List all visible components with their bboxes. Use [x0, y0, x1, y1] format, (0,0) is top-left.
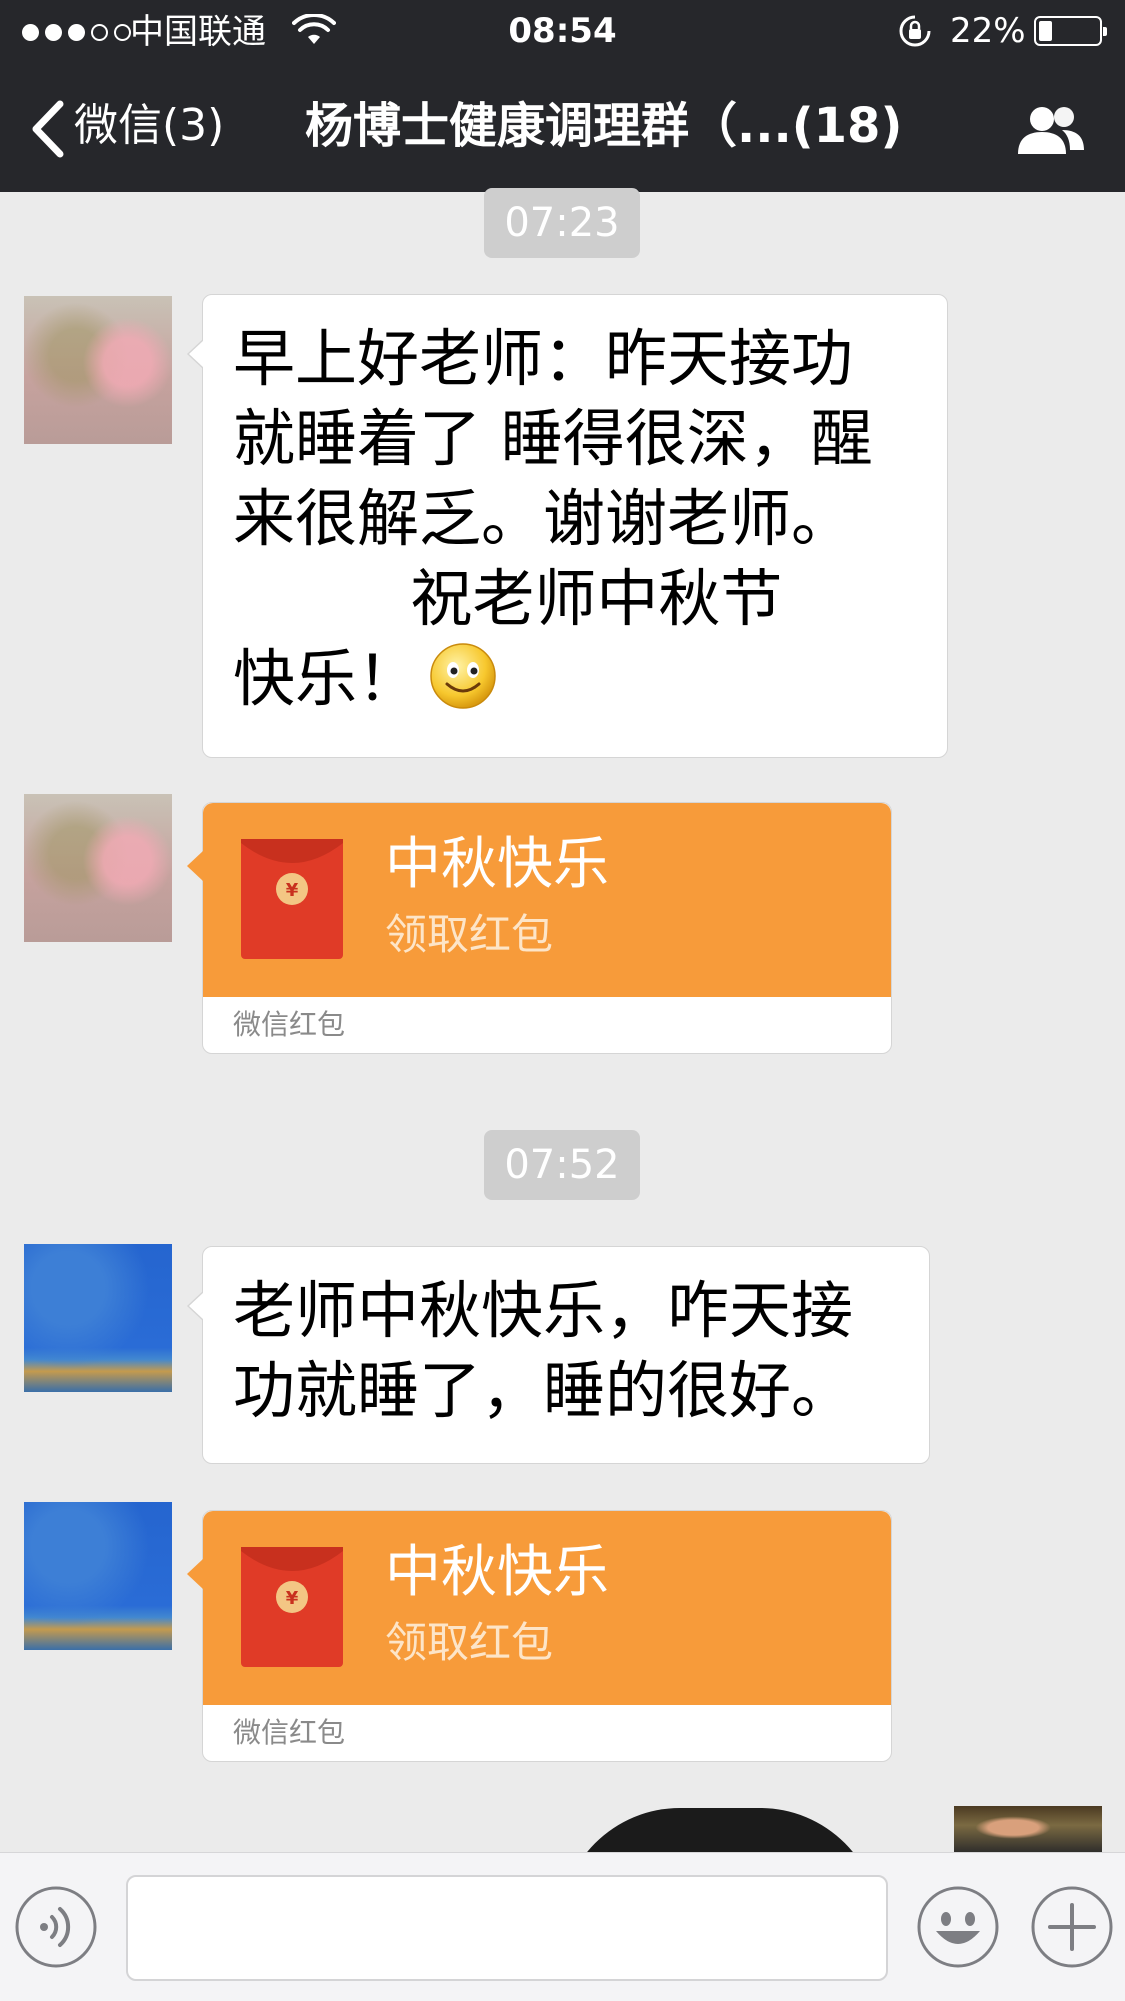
message-text-last-line: 快乐！ [233, 639, 917, 719]
svg-text:¥: ¥ [286, 1588, 299, 1609]
red-packet-card[interactable]: ¥ 中秋快乐 领取红包 微信红包 [187, 802, 892, 1054]
message-text: 早上好老师：昨天接功 [233, 322, 854, 395]
message-text: 老师中秋快乐，咋天接 [233, 1274, 854, 1347]
message-text: 功就睡了，睡的很好。 [233, 1354, 854, 1427]
message-bubble[interactable]: 老师中秋快乐，咋天接 功就睡了，睡的很好。 [187, 1246, 930, 1464]
red-packet-card[interactable]: ¥ 中秋快乐 领取红包 微信红包 [187, 1510, 892, 1762]
plus-icon[interactable] [1030, 1885, 1114, 1969]
battery-icon [1034, 16, 1107, 46]
message-text: 祝老师中秋节 [233, 562, 783, 635]
self-avatar[interactable] [954, 1806, 1102, 1854]
svg-text:¥: ¥ [286, 880, 299, 901]
emoji-icon[interactable] [916, 1885, 1000, 1969]
message-text: 就睡着了 睡得很深，醒 [233, 402, 873, 475]
rotation-lock-icon [899, 15, 931, 47]
red-packet-title: 中秋快乐 [385, 1540, 609, 1605]
red-packet-subtitle: 领取红包 [385, 1618, 554, 1667]
chat-title: 杨博士健康调理群（...(18) [305, 98, 903, 154]
battery-percent: 22% [950, 11, 1026, 51]
sender-avatar[interactable] [24, 1502, 172, 1650]
red-envelope-icon: ¥ [241, 1547, 343, 1667]
status-bar: 中国联通 08:54 22% [0, 0, 1125, 64]
smile-emoji-icon [430, 643, 496, 709]
message-input[interactable] [126, 1875, 888, 1981]
input-bar [0, 1852, 1125, 2001]
timestamp: 07:23 [484, 188, 640, 258]
message-text: 快乐！ [233, 642, 420, 715]
red-envelope-icon: ¥ [241, 839, 343, 959]
red-packet-footer: 微信红包 [233, 1008, 346, 1041]
message-text: 来很解乏。谢谢老师。 [233, 482, 854, 555]
back-button[interactable]: 微信(3) [74, 94, 224, 158]
red-packet-footer: 微信红包 [233, 1716, 346, 1749]
message-bubble[interactable]: 早上好老师：昨天接功 就睡着了 睡得很深，醒 来很解乏。谢谢老师。 祝老师中秋节… [187, 294, 948, 758]
timestamp: 07:52 [484, 1130, 640, 1200]
red-packet-subtitle: 领取红包 [385, 910, 554, 959]
voice-icon[interactable] [14, 1885, 98, 1969]
sender-avatar[interactable] [24, 1244, 172, 1392]
red-packet-title: 中秋快乐 [385, 832, 609, 897]
group-members-icon[interactable] [1012, 104, 1088, 156]
nav-bar: 微信(3) 杨博士健康调理群（...(18) [0, 64, 1125, 192]
sender-avatar[interactable] [24, 794, 172, 942]
back-chevron-icon[interactable] [28, 100, 68, 158]
sender-avatar[interactable] [24, 296, 172, 444]
